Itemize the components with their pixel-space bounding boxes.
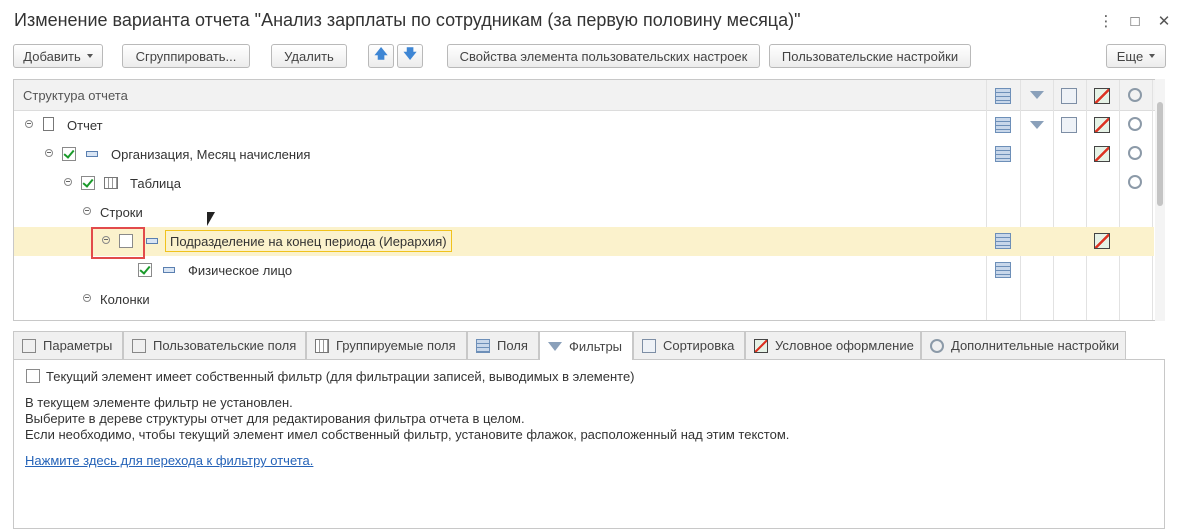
- tree-row-organization[interactable]: Организация, Месяц начисления: [14, 140, 1154, 169]
- tree-row-table[interactable]: Таблица: [14, 169, 1154, 198]
- collapse-icon[interactable]: [83, 207, 91, 215]
- more-button[interactable]: Еще: [1106, 44, 1166, 68]
- tree-scrollbar-thumb[interactable]: [1157, 102, 1163, 206]
- tab-label: Фильтры: [569, 338, 623, 354]
- grouping-icon: [146, 238, 158, 244]
- chevron-down-icon: [1149, 54, 1156, 58]
- info-text: Если необходимо, чтобы текущий элемент и…: [25, 427, 790, 442]
- tab-label: Условное оформление: [775, 338, 914, 353]
- move-down-button[interactable]: 🡇: [397, 44, 423, 68]
- tree-row-rows[interactable]: Строки: [14, 198, 1154, 227]
- sort-icon: [642, 338, 656, 353]
- tree-header: Структура отчета: [14, 80, 1164, 111]
- fields-icon[interactable]: [995, 262, 1011, 278]
- other-settings-icon[interactable]: [1128, 175, 1142, 189]
- conditional-format-icon: [754, 338, 768, 353]
- collapse-icon[interactable]: [64, 178, 72, 186]
- report-structure-tree[interactable]: Структура отчета Отчет Организация, Меся…: [13, 79, 1165, 321]
- more-button-label: Еще: [1116, 48, 1144, 64]
- selected-row-label: Подразделение на конец периода (Иерархия…: [165, 230, 452, 252]
- tree-row-report[interactable]: Отчет: [14, 111, 1154, 140]
- tree-row-label: Организация, Месяц начисления: [111, 147, 311, 162]
- other-settings-icon: [930, 338, 944, 353]
- fields-icon[interactable]: [995, 117, 1011, 133]
- user-settings-button[interactable]: Пользовательские настройки: [769, 44, 971, 68]
- parameters-icon: [22, 338, 36, 353]
- row-checkbox[interactable]: [62, 147, 76, 161]
- tab-label: Пользовательские поля: [153, 338, 297, 353]
- tree-row-person[interactable]: Физическое лицо: [14, 256, 1154, 285]
- filters-tab-panel: [13, 359, 1165, 529]
- tree-row-department[interactable]: Подразделение на конец периода (Иерархия…: [14, 227, 1154, 256]
- tab-filters[interactable]: Фильтры: [539, 331, 633, 360]
- row-checkbox[interactable]: [81, 176, 95, 190]
- tab-conditional-format[interactable]: Условное оформление: [745, 331, 921, 359]
- chevron-down-icon: [86, 54, 93, 58]
- sort-icon[interactable]: [1061, 117, 1077, 133]
- fields-icon: [476, 338, 490, 353]
- conditional-format-icon[interactable]: [1094, 88, 1110, 104]
- add-button[interactable]: Добавить: [13, 44, 103, 68]
- sort-icon[interactable]: [1061, 88, 1077, 104]
- custom-fields-icon: [132, 338, 146, 353]
- tree-row-label: Отчет: [67, 118, 103, 133]
- tree-row-label: Таблица: [130, 176, 181, 191]
- grouping-icon: [86, 151, 98, 157]
- group-button[interactable]: Сгруппировать...: [122, 44, 250, 68]
- fields-icon[interactable]: [995, 146, 1011, 162]
- tree-row-columns[interactable]: Колонки: [14, 285, 1154, 314]
- tab-grouped-fields[interactable]: Группируемые поля: [306, 331, 467, 359]
- tab-label: Дополнительные настройки: [951, 338, 1120, 353]
- own-filter-checkbox[interactable]: [26, 369, 40, 383]
- tree-row-label: Строки: [100, 205, 143, 220]
- grouped-fields-icon: [315, 338, 329, 353]
- tree-row-label: Физическое лицо: [188, 263, 293, 278]
- own-filter-label[interactable]: Текущий элемент имеет собственный фильтр…: [46, 369, 635, 384]
- filter-icon[interactable]: [1030, 91, 1044, 99]
- conditional-format-icon[interactable]: [1094, 146, 1110, 162]
- highlight-frame: [91, 227, 145, 259]
- other-settings-icon[interactable]: [1128, 146, 1142, 160]
- tab-label: Поля: [497, 338, 528, 353]
- element-properties-button[interactable]: Свойства элемента пользовательских настр…: [447, 44, 760, 68]
- conditional-format-icon[interactable]: [1094, 233, 1110, 249]
- info-text: Выберите в дереве структуры отчет для ре…: [25, 411, 525, 426]
- move-up-button[interactable]: 🡅: [368, 44, 394, 68]
- info-text: В текущем элементе фильтр не установлен.: [25, 395, 293, 410]
- filter-icon: [548, 341, 562, 351]
- collapse-icon[interactable]: [83, 294, 91, 302]
- add-button-label: Добавить: [23, 48, 81, 64]
- grouping-icon: [163, 267, 175, 273]
- other-settings-icon[interactable]: [1128, 117, 1142, 131]
- tab-custom-fields[interactable]: Пользовательские поля: [123, 331, 306, 359]
- collapse-icon[interactable]: [45, 149, 53, 157]
- window-title: Изменение варианта отчета "Анализ зарпла…: [14, 10, 801, 30]
- row-checkbox[interactable]: [138, 263, 152, 277]
- close-icon[interactable]: ✕: [1151, 8, 1177, 34]
- tab-sorting[interactable]: Сортировка: [633, 331, 745, 359]
- filter-icon[interactable]: [1030, 121, 1044, 129]
- conditional-format-icon[interactable]: [1094, 117, 1110, 133]
- tab-label: Сортировка: [663, 338, 735, 353]
- fields-icon[interactable]: [995, 233, 1011, 249]
- tab-label: Параметры: [43, 338, 113, 353]
- maximize-icon[interactable]: □: [1122, 8, 1148, 34]
- collapse-icon[interactable]: [25, 120, 33, 128]
- tab-other-settings[interactable]: Дополнительные настройки: [921, 331, 1126, 359]
- report-icon: [43, 117, 54, 131]
- delete-button[interactable]: Удалить: [271, 44, 347, 68]
- tree-row-label: Колонки: [100, 292, 150, 307]
- arrow-up-icon: 🡅: [374, 46, 388, 61]
- tab-label: Группируемые поля: [336, 338, 456, 353]
- go-to-report-filter-link[interactable]: Нажмите здесь для перехода к фильтру отч…: [25, 453, 313, 468]
- other-settings-icon[interactable]: [1128, 88, 1142, 102]
- tab-parameters[interactable]: Параметры: [13, 331, 123, 359]
- more-icon[interactable]: ⋮: [1093, 8, 1119, 34]
- arrow-down-icon: 🡇: [403, 46, 417, 61]
- table-icon: [104, 177, 118, 189]
- tree-header-label: Структура отчета: [23, 88, 128, 103]
- mouse-cursor-icon: [207, 212, 215, 226]
- fields-icon[interactable]: [995, 88, 1011, 104]
- tab-fields[interactable]: Поля: [467, 331, 539, 359]
